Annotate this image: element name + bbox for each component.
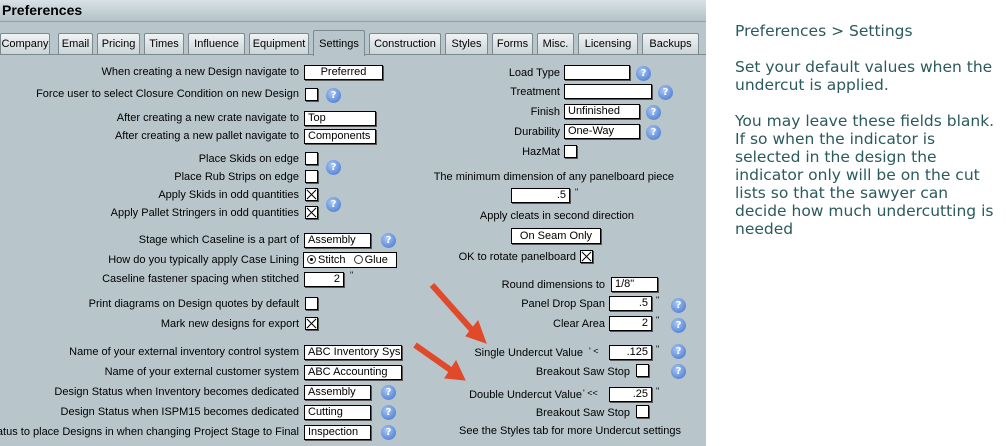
tab-times[interactable]: Times [144,33,184,55]
settings-panel: When creating a new Design navigate to P… [0,54,706,446]
tab-styles[interactable]: Styles [445,33,488,55]
tab-equipment[interactable]: Equipment [249,33,309,55]
tab-bar: Company Email Pricing Times Influence Eq… [0,30,706,56]
tab-influence[interactable]: Influence [188,33,245,55]
help-paragraph-1: Set your default values when the undercu… [735,58,993,94]
help-paragraph-2: You may leave these fields blank. If so … [735,112,995,238]
tab-company[interactable]: Company [0,33,50,55]
tab-email[interactable]: Email [58,33,93,55]
help-panel: Preferences > Settings Set your default … [735,22,995,256]
preferences-window: Preferences Company Email Pricing Times … [0,0,706,446]
tab-forms[interactable]: Forms [492,33,533,55]
tab-misc[interactable]: Misc. [537,33,574,55]
annotation-arrows [413,283,487,381]
arrow [413,342,454,374]
help-title: Preferences > Settings [735,22,913,40]
arrow [429,283,475,332]
window-title: Preferences [0,0,706,22]
tab-licensing[interactable]: Licensing [578,33,638,55]
tab-construction[interactable]: Construction [369,33,441,55]
tab-settings[interactable]: Settings [313,30,365,56]
tab-backups[interactable]: Backups [642,33,699,55]
tab-pricing[interactable]: Pricing [97,33,140,55]
